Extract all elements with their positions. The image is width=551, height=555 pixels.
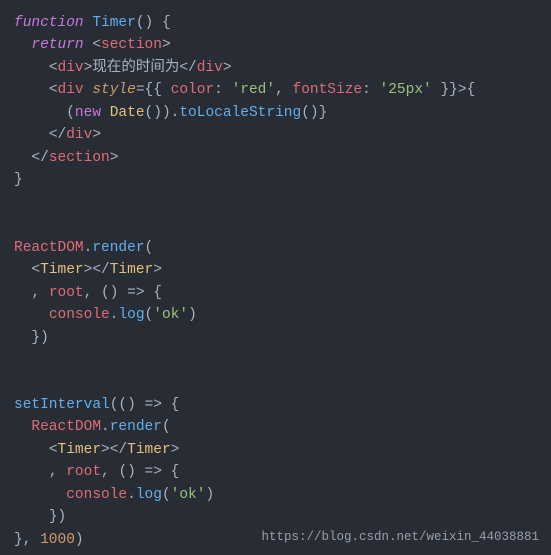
code-line-16: <Timer></Timer> — [14, 442, 179, 458]
code-line-8: } — [14, 172, 23, 188]
code-line-1: function Timer() { — [14, 15, 171, 31]
code-line-3: <div>现在的时间为</div> — [14, 60, 232, 76]
code-line-5: (new Date()).toLocaleString()} — [14, 105, 327, 121]
code-line-4: <div style={{ color: 'red', fontSize: '2… — [14, 82, 475, 98]
func-name: Timer — [92, 15, 136, 31]
code-line-9: ReactDOM.render( — [14, 240, 153, 256]
keyword-return: return — [31, 37, 83, 53]
code-line-17: , root, () => { — [14, 464, 179, 480]
code-line-10: <Timer></Timer> — [14, 262, 162, 278]
code-line-18: console.log('ok') — [14, 487, 214, 503]
code-line-14: setInterval(() => { — [14, 397, 179, 413]
code-line-11: , root, () => { — [14, 285, 162, 301]
code-line-15: ReactDOM.render( — [14, 419, 171, 435]
code-editor: function Timer() { return <section> <div… — [14, 12, 537, 551]
code-line-12: console.log('ok') — [14, 307, 197, 323]
watermark-text: https://blog.csdn.net/weixin_44038881 — [261, 528, 539, 547]
code-line-2: return <section> — [14, 37, 171, 53]
code-line-19: }) — [14, 509, 66, 525]
keyword-function: function — [14, 15, 84, 31]
code-line-13: }) — [14, 330, 49, 346]
code-line-6: </div> — [14, 127, 101, 143]
code-line-20: }, 1000) — [14, 532, 84, 548]
code-line-7: </section> — [14, 150, 118, 166]
